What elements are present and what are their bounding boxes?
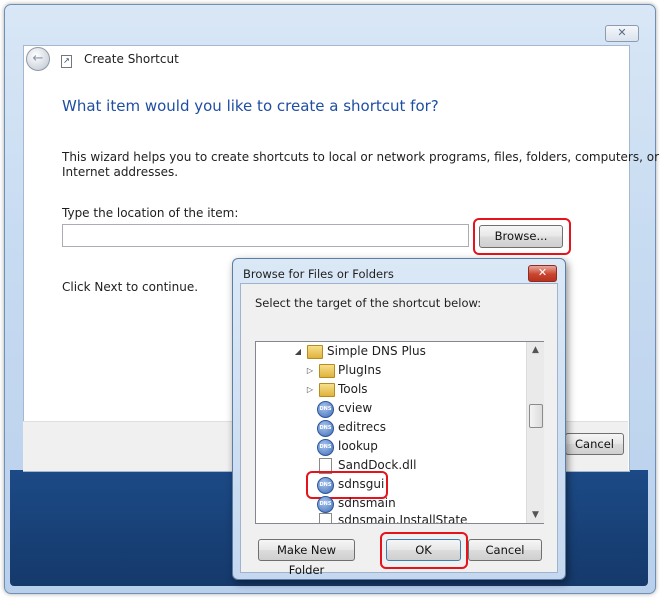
tree-item[interactable]: editrecs [338, 418, 386, 437]
dialog-cancel-button[interactable]: Cancel [468, 539, 542, 561]
back-arrow-icon[interactable]: ← [26, 47, 50, 71]
ok-highlight [380, 532, 468, 569]
location-input[interactable] [62, 224, 469, 247]
description-line-1: This wizard helps you to create shortcut… [62, 150, 660, 164]
scroll-up-icon[interactable]: ▲ [527, 342, 544, 358]
dns-icon: DNS [317, 401, 334, 418]
dns-icon: DNS [317, 496, 334, 513]
folder-icon [319, 383, 335, 397]
window-title: Create Shortcut [84, 52, 179, 66]
tree-item[interactable]: Simple DNS Plus [327, 342, 426, 361]
tree-item-clip: sdnsmain.InstallState [338, 513, 526, 523]
collapsed-arrow-icon[interactable]: ▷ [305, 366, 315, 375]
scroll-thumb[interactable] [529, 404, 543, 428]
page-heading: What item would you like to create a sho… [62, 97, 439, 115]
wizard-cancel-button[interactable]: Cancel [565, 433, 624, 455]
browse-dialog-title: Browse for Files or Folders [243, 267, 394, 281]
folder-icon [319, 364, 335, 378]
dns-icon: DNS [317, 439, 334, 456]
tree-item[interactable]: sdnsmain [338, 494, 396, 513]
dns-icon: DNS [317, 420, 334, 437]
make-new-folder-button[interactable]: Make New Folder [258, 539, 355, 577]
tree-item[interactable]: PlugIns [338, 361, 381, 380]
tree-item[interactable]: cview [338, 399, 372, 418]
file-icon [319, 513, 332, 523]
tree-item[interactable]: lookup [338, 437, 378, 456]
browse-highlight [473, 218, 571, 255]
tree-item[interactable]: sdnsmain.InstallState [338, 513, 467, 523]
continue-text: Click Next to continue. [62, 280, 199, 294]
tree-scrollbar[interactable]: ▲ ▼ [526, 342, 544, 523]
folder-tree[interactable] [255, 341, 544, 524]
shortcut-icon: ↗ [61, 55, 72, 68]
folder-icon [307, 345, 323, 359]
dialog-close-icon[interactable]: ✕ [528, 265, 557, 282]
tree-item[interactable]: Tools [338, 380, 368, 399]
collapsed-arrow-icon[interactable]: ▷ [305, 385, 315, 394]
close-icon[interactable]: ✕ [605, 25, 639, 42]
expanded-arrow-icon[interactable]: ◢ [293, 347, 303, 356]
browse-instruction: Select the target of the shortcut below: [255, 296, 482, 310]
location-label: Type the location of the item: [62, 206, 239, 220]
description-line-2: Internet addresses. [62, 165, 179, 179]
scroll-down-icon[interactable]: ▼ [527, 507, 544, 523]
